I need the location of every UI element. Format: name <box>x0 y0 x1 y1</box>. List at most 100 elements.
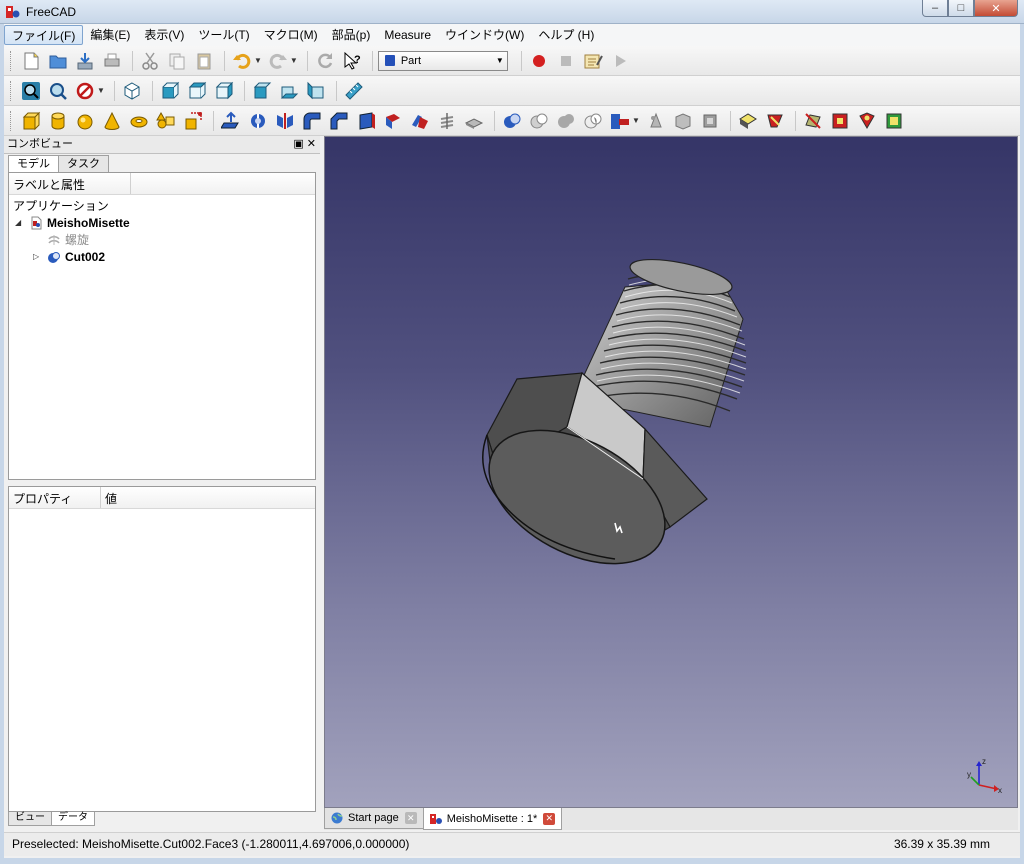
menu-help[interactable]: ヘルプ (H) <box>531 25 601 45</box>
part-chamfer-button[interactable] <box>327 109 351 133</box>
menu-macro[interactable]: マクロ(M) <box>257 25 325 45</box>
cut-boolean-button[interactable] <box>527 109 551 133</box>
draw-style-button[interactable] <box>73 79 97 103</box>
part-primitives-button[interactable] <box>154 109 178 133</box>
menu-measure[interactable]: Measure <box>377 25 438 45</box>
macro-stop-button[interactable] <box>554 49 578 73</box>
part-sphere-button[interactable] <box>73 109 97 133</box>
value-column-header[interactable]: 値 <box>101 487 315 508</box>
tree-item-cut002[interactable]: ▷ Cut002 <box>33 248 105 265</box>
view-top-button[interactable] <box>185 79 209 103</box>
part-torus-button[interactable] <box>127 109 151 133</box>
workbench-selector[interactable]: Part ▼ <box>377 50 508 71</box>
part-ruled-surface-button[interactable] <box>381 109 405 133</box>
tree-item-helix[interactable]: 螺旋 <box>47 231 89 248</box>
model-tree[interactable]: ラベルと属性 アプリケーション ◢ MeishoMisette 螺旋 ▷ Cut… <box>8 172 316 480</box>
sel-filter-solid-button[interactable] <box>828 109 852 133</box>
redo-dropdown-icon[interactable]: ▼ <box>290 56 298 65</box>
cut-button[interactable] <box>138 49 162 73</box>
part-cylinder-button[interactable] <box>46 109 70 133</box>
tab-tasks[interactable]: タスク <box>58 155 109 172</box>
tab-meishomisette[interactable]: MeishoMisette : 1* ✕ <box>422 808 563 830</box>
view-rear-button[interactable] <box>250 79 274 103</box>
fuse-boolean-button[interactable] <box>554 109 578 133</box>
maximize-button[interactable]: □ <box>948 0 974 17</box>
tab-view[interactable]: ビュー <box>8 812 52 826</box>
menu-edit[interactable]: 編集(E) <box>83 25 137 45</box>
undo-dropdown-icon[interactable]: ▼ <box>254 56 262 65</box>
part-loft-button[interactable] <box>408 109 432 133</box>
minimize-button[interactable]: – <box>922 0 948 17</box>
redo-button[interactable] <box>266 49 290 73</box>
macro-run-button[interactable] <box>608 49 632 73</box>
measure-distance-button[interactable] <box>342 79 366 103</box>
panel-float-close-icon[interactable]: ▣ ✕ <box>293 136 316 153</box>
toolbar-grip[interactable] <box>10 80 13 101</box>
close-tab-icon[interactable]: ✕ <box>543 812 556 825</box>
draw-style-dropdown-icon[interactable]: ▼ <box>97 86 105 95</box>
close-tab-icon[interactable]: ✕ <box>404 812 417 824</box>
tree-item-document[interactable]: ◢ MeishoMisette <box>15 214 130 231</box>
tree-header-label[interactable]: ラベルと属性 <box>9 173 131 194</box>
copy-button[interactable] <box>165 49 189 73</box>
view-axonometric-button[interactable] <box>120 79 144 103</box>
view-right-button[interactable] <box>212 79 236 103</box>
view-left-button[interactable] <box>304 79 328 103</box>
collapse-arrow-icon[interactable]: ◢ <box>15 218 25 227</box>
undo-button[interactable] <box>230 49 254 73</box>
close-button[interactable]: ✕ <box>974 0 1018 17</box>
join-dropdown-icon[interactable]: ▼ <box>632 116 640 125</box>
part-revolve-button[interactable] <box>246 109 270 133</box>
part-defeaturing-button[interactable] <box>671 109 695 133</box>
join-features-button[interactable] <box>608 109 632 133</box>
ruled-surface-icon <box>386 113 400 129</box>
paste-button[interactable] <box>192 49 216 73</box>
fit-all-button[interactable] <box>19 79 43 103</box>
part-check-geometry-button[interactable] <box>644 109 668 133</box>
view-front-button[interactable] <box>158 79 182 103</box>
tab-start-page[interactable]: Start page ✕ <box>324 808 424 829</box>
boolean-button[interactable] <box>500 109 524 133</box>
menu-window[interactable]: ウインドウ(W) <box>438 25 531 45</box>
fit-selection-button[interactable] <box>46 79 70 103</box>
sel-filter-all-button[interactable] <box>882 109 906 133</box>
new-document-button[interactable] <box>19 49 43 73</box>
3d-viewport[interactable]: z x y <box>324 136 1018 808</box>
menu-part[interactable]: 部品(p) <box>325 25 378 45</box>
menu-file[interactable]: ファイル(F) <box>4 25 84 45</box>
common-boolean-button[interactable] <box>581 109 605 133</box>
part-sweep-button[interactable] <box>435 109 459 133</box>
part-cone-button[interactable] <box>100 109 124 133</box>
macro-edit-button[interactable] <box>581 49 605 73</box>
toolbar-grip[interactable] <box>10 110 13 131</box>
open-button[interactable] <box>46 49 70 73</box>
part-mirror-button[interactable] <box>273 109 297 133</box>
bolt-model[interactable] <box>325 137 1018 808</box>
expand-arrow-icon[interactable]: ▷ <box>33 252 43 261</box>
view-bottom-button[interactable] <box>277 79 301 103</box>
part-shape-builder-button[interactable] <box>181 109 205 133</box>
part-box-button[interactable] <box>19 109 43 133</box>
macro-record-button[interactable] <box>527 49 551 73</box>
axis-x-label: x <box>998 786 1002 795</box>
tab-data[interactable]: データ <box>51 812 95 826</box>
part-extrude-button[interactable] <box>219 109 243 133</box>
tab-model[interactable]: モデル <box>8 155 59 173</box>
menu-tools[interactable]: ツール(T) <box>191 25 256 45</box>
sel-filter-edge-button[interactable] <box>763 109 787 133</box>
property-column-header[interactable]: プロパティ <box>9 487 101 508</box>
print-button[interactable] <box>100 49 124 73</box>
part-thickness-button[interactable] <box>698 109 722 133</box>
part-fillet-button[interactable] <box>300 109 324 133</box>
save-button[interactable] <box>73 49 97 73</box>
property-view[interactable]: プロパティ 値 <box>8 486 316 812</box>
part-section-button[interactable] <box>462 109 486 133</box>
sel-filter-clear-button[interactable] <box>855 109 879 133</box>
part-make-face-button[interactable] <box>354 109 378 133</box>
whats-this-button[interactable]: ? <box>340 49 364 73</box>
refresh-button[interactable] <box>313 49 337 73</box>
toolbar-grip[interactable] <box>10 50 13 71</box>
sel-filter-vertex-button[interactable] <box>736 109 760 133</box>
menu-view[interactable]: 表示(V) <box>137 25 191 45</box>
sel-filter-face-button[interactable] <box>801 109 825 133</box>
